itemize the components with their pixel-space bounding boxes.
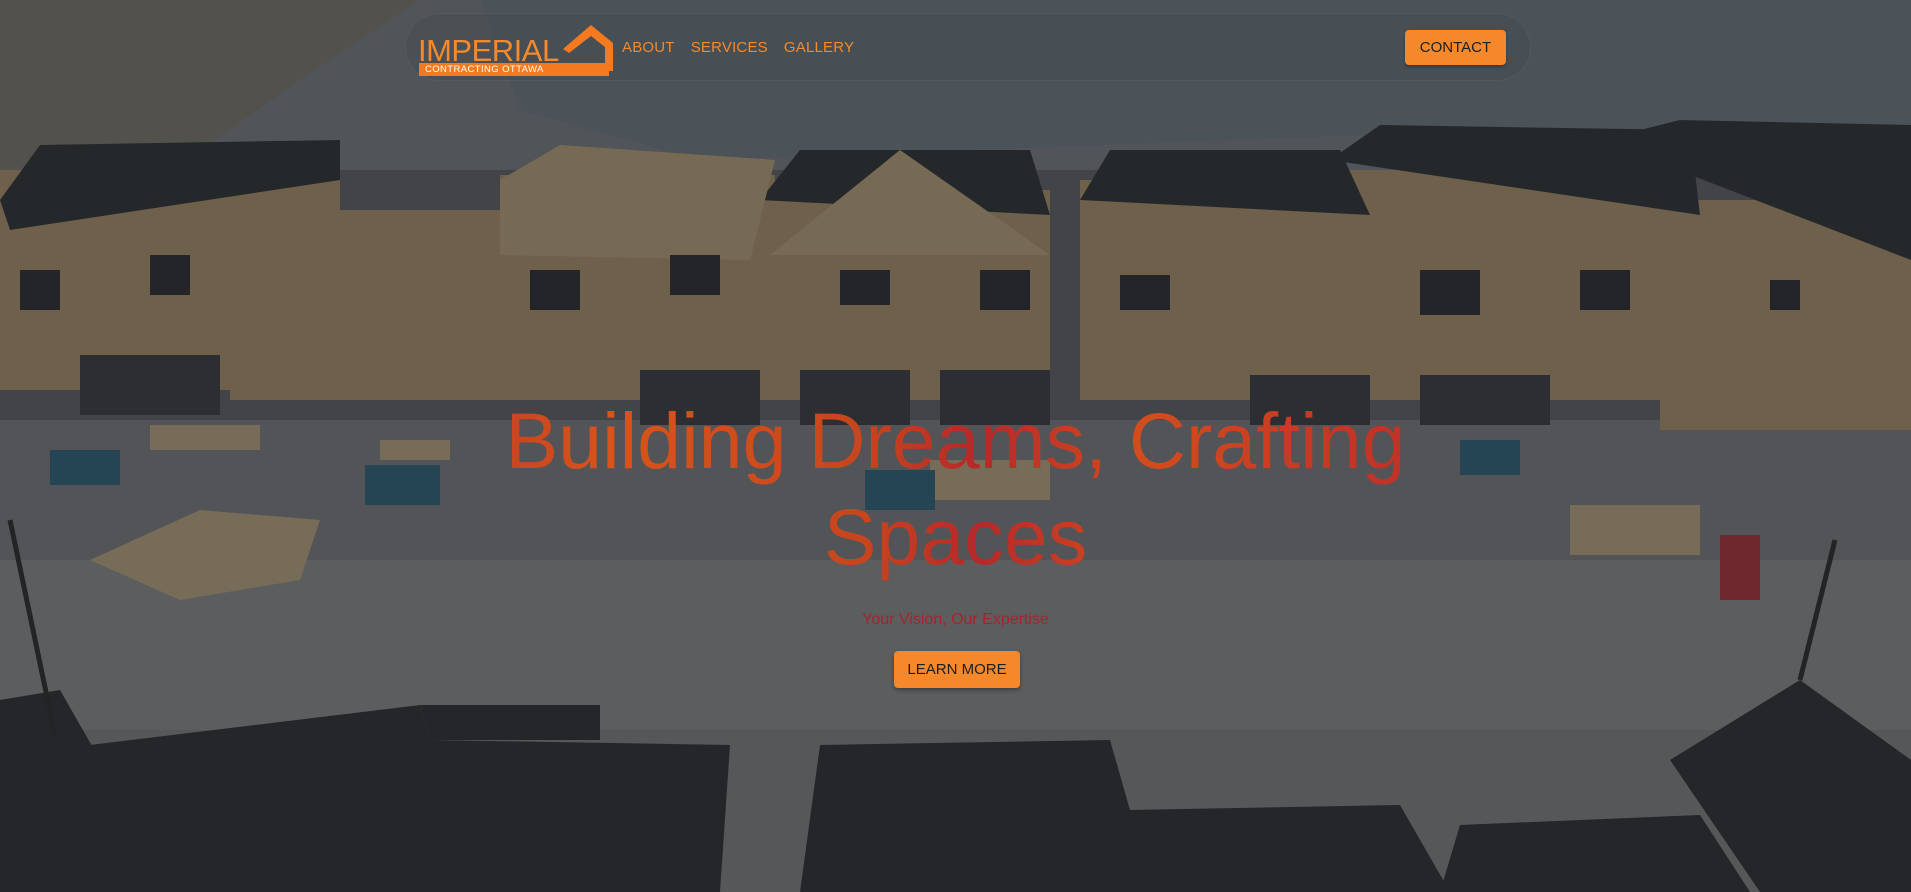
nav-link-about[interactable]: ABOUT [622, 39, 675, 56]
logo-subtitle: CONTRACTING OTTAWA [419, 63, 609, 76]
nav-link-gallery[interactable]: GALLERY [784, 39, 854, 56]
hero-headline: Building Dreams, Crafting Spaces [380, 393, 1531, 585]
logo-word: IMPERIAL [418, 33, 559, 68]
nav-links: ABOUT SERVICES GALLERY [622, 14, 854, 80]
contact-button[interactable]: CONTACT [1405, 30, 1506, 65]
imperial-logo[interactable]: IMPERIAL CONTRACTING OTTAWA [415, 21, 613, 78]
learn-more-button[interactable]: LEARN MORE [894, 651, 1020, 688]
nav-link-services[interactable]: SERVICES [691, 39, 768, 56]
top-navbar: IMPERIAL CONTRACTING OTTAWA ABOUT SERVIC… [406, 14, 1530, 80]
hero-tagline: Your Vision, Our Expertise [862, 611, 1049, 628]
hero-section: IMPERIAL CONTRACTING OTTAWA ABOUT SERVIC… [0, 0, 1911, 892]
